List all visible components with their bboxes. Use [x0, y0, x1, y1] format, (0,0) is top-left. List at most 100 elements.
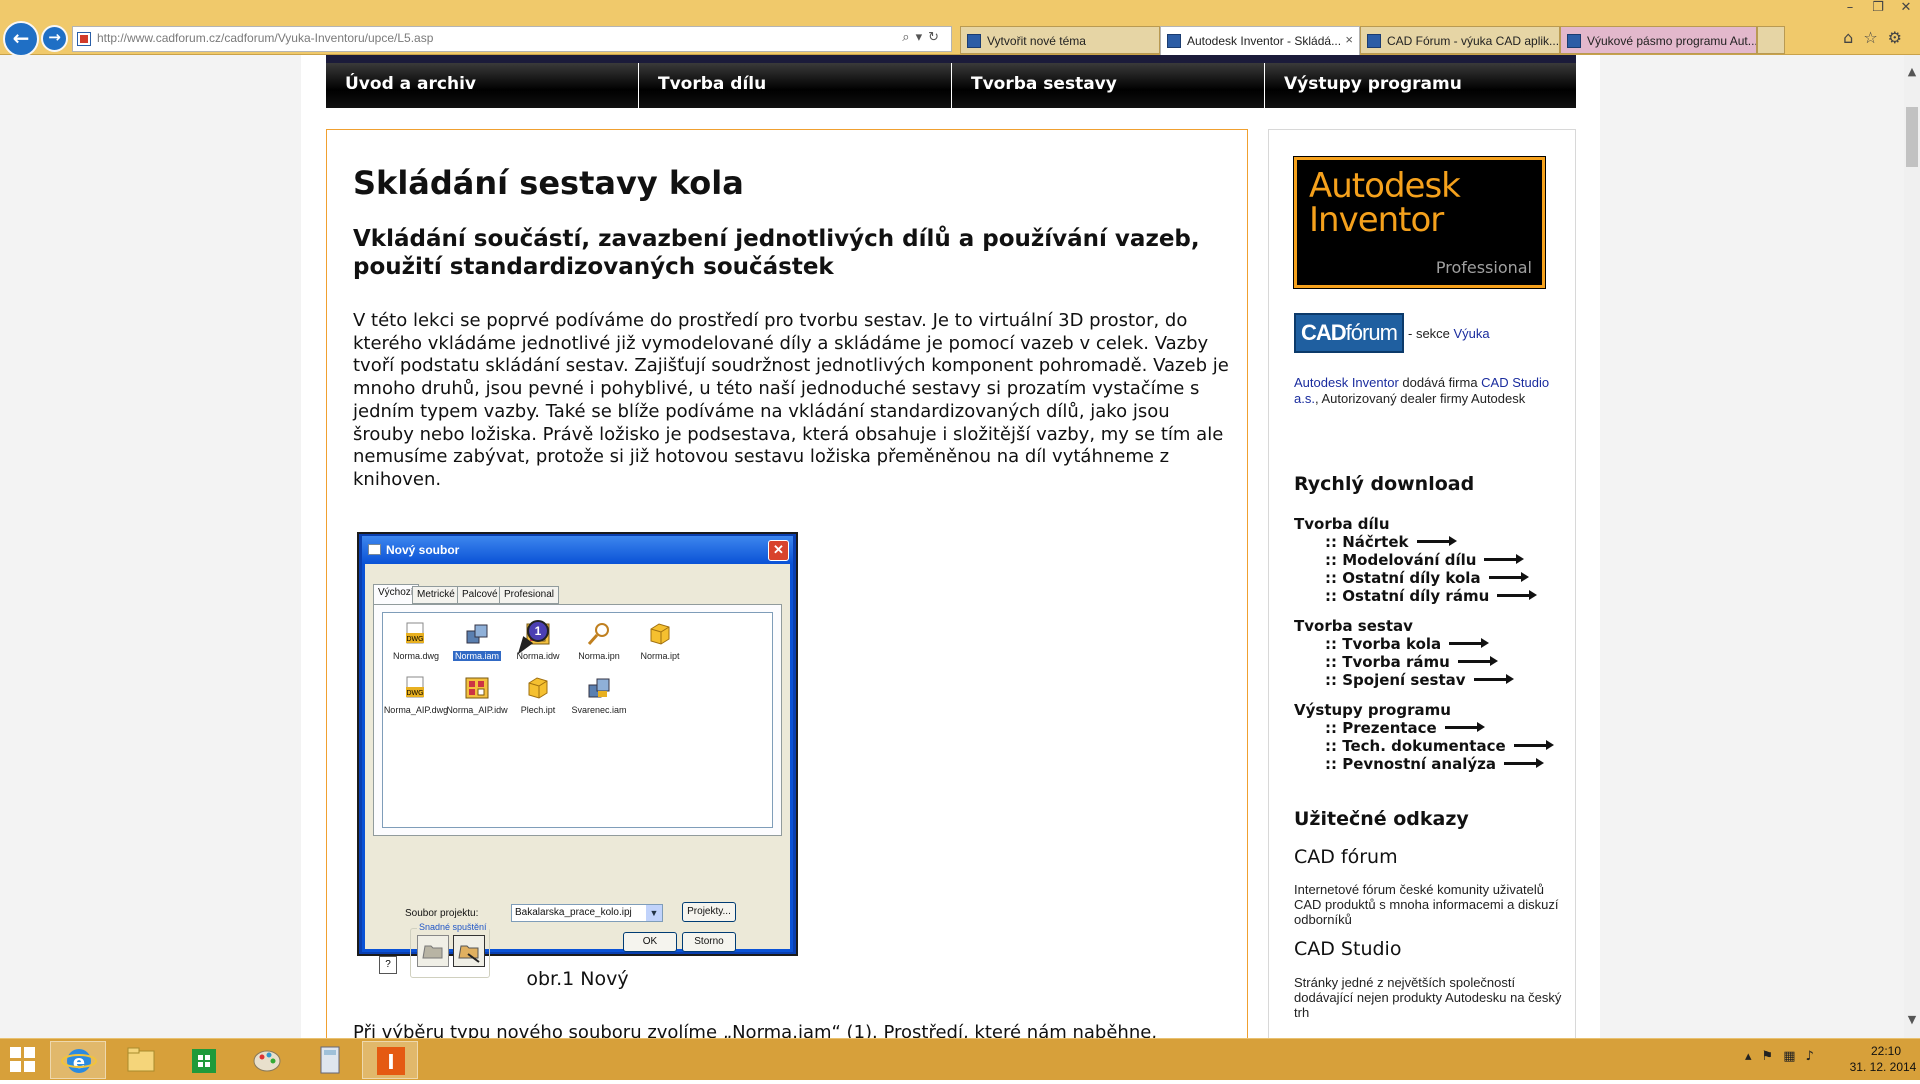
home-icon[interactable]: ⌂ — [1843, 28, 1863, 47]
refresh-icon[interactable]: ↻ — [928, 30, 945, 45]
minimize-icon[interactable]: – — [1836, 0, 1864, 15]
cancel-button[interactable]: Storno — [682, 932, 736, 952]
nav-item-uvod[interactable]: Úvod a archiv — [326, 63, 638, 108]
file-label: Norma.ipn — [578, 651, 620, 661]
cadforum-logo-bold: CAD — [1301, 320, 1347, 345]
group-tvorba-dilu: Tvorba dílu — [1294, 515, 1390, 533]
download-link-tvorba-ramu[interactable]: :: Tvorba rámu — [1325, 653, 1498, 671]
scroll-up-icon[interactable]: ▲ — [1904, 65, 1920, 79]
figure-new-file-dialog: Nový soubor ✕ Výchozí Metrické Palcové P… — [357, 532, 798, 978]
download-link-ostatni-kola[interactable]: :: Ostatní díly kola — [1325, 569, 1529, 587]
star-icon[interactable]: ☆ — [1863, 28, 1887, 47]
download-link-dokumentace[interactable]: :: Tech. dokumentace — [1325, 737, 1554, 755]
svg-text:I: I — [387, 1050, 394, 1074]
link-cad-studio-site[interactable]: CAD Studio — [1294, 938, 1401, 960]
download-link-prezentace[interactable]: :: Prezentace — [1325, 719, 1485, 737]
start-button[interactable] — [10, 1047, 36, 1073]
vertical-scrollbar[interactable]: ▲ ▼ — [1904, 55, 1920, 1038]
link-label: :: Spojení sestav — [1325, 671, 1466, 689]
restore-icon[interactable]: ❐ — [1864, 0, 1892, 15]
dialog-tab-palcove[interactable]: Palcové — [457, 586, 503, 604]
flag-icon[interactable]: ⚑ — [1762, 1049, 1784, 1064]
address-bar-actions[interactable]: ⌕▾↻ — [902, 30, 945, 45]
link-autodesk-inventor[interactable]: Autodesk Inventor — [1294, 375, 1399, 390]
browser-viewport: Úvod a archiv Tvorba dílu Tvorba sestavy… — [0, 55, 1904, 1038]
search-icon[interactable]: ⌕ — [902, 30, 915, 45]
assembly-icon — [466, 624, 488, 644]
link-cad-forum[interactable]: CAD fórum — [1294, 846, 1398, 868]
dealer-mid: dodává firma — [1398, 375, 1482, 390]
tab-cad-forum[interactable]: CAD Fórum - výuka CAD aplik... — [1360, 26, 1560, 54]
useful-links-heading: Užitečné odkazy — [1294, 808, 1469, 830]
arrow-right-icon — [1473, 674, 1514, 684]
cadforum-logo[interactable]: CADfórum — [1294, 313, 1404, 353]
nav-item-vystupy[interactable]: Výstupy programu — [1265, 63, 1576, 108]
file-svarenec-iam[interactable]: Svarenec.iam — [562, 675, 636, 715]
link-vyuka[interactable]: Výuka — [1454, 326, 1490, 341]
new-tab-button[interactable] — [1757, 26, 1785, 54]
folder-icon — [422, 945, 443, 959]
quick-project-button[interactable] — [453, 935, 485, 967]
project-file-value: Bakalarska_prace_kolo.ipj — [515, 907, 632, 918]
dealer-text: Autodesk Inventor dodává firma CAD Studi… — [1294, 375, 1564, 407]
download-link-tvorba-kola[interactable]: :: Tvorba kola — [1325, 635, 1490, 653]
dialog-tab-profesional[interactable]: Profesional — [499, 586, 560, 604]
clock-time[interactable]: 22:10 — [1856, 1044, 1916, 1058]
dialog-body: Výchozí Metrické Palcové Profesional DWG… — [365, 564, 790, 978]
project-file-select[interactable]: Bakalarska_prace_kolo.ipj ▼ — [511, 904, 663, 922]
taskbar-paint[interactable] — [239, 1041, 295, 1079]
logo-text-inventor: Inventor — [1309, 200, 1444, 240]
arrow-right-icon — [1444, 722, 1485, 732]
taskbar-store[interactable] — [176, 1041, 232, 1079]
top-navigation: Úvod a archiv Tvorba dílu Tvorba sestavy… — [326, 63, 1576, 108]
taskbar-inventor[interactable]: I — [362, 1041, 418, 1079]
clock-date[interactable]: 31. 12. 2014 — [1846, 1060, 1920, 1074]
download-link-spojeni[interactable]: :: Spojení sestav — [1325, 671, 1514, 689]
tab-favicon-icon — [967, 34, 981, 48]
tab-create-topic[interactable]: Vytvořit nové téma — [960, 26, 1160, 54]
link-label: :: Prezentace — [1325, 719, 1437, 737]
tab-autodesk-inventor[interactable]: Autodesk Inventor - Skládá... × — [1160, 26, 1360, 56]
dropdown-icon[interactable]: ▾ — [916, 30, 929, 45]
browser-chrome: ← → http://www.cadforum.cz/cadforum/Vyuk… — [0, 0, 1920, 57]
address-bar[interactable]: http://www.cadforum.cz/cadforum/Vyuka-In… — [72, 26, 952, 52]
download-link-pevnostni[interactable]: :: Pevnostní analýza — [1325, 755, 1544, 773]
arrow-right-icon: → — [48, 28, 61, 46]
nav-item-tvorba-dilu[interactable]: Tvorba dílu — [639, 63, 951, 108]
chevron-down-icon[interactable]: ▼ — [646, 905, 662, 921]
back-button[interactable]: ← — [3, 21, 39, 57]
file-norma-ipt[interactable]: Norma.ipt — [623, 621, 697, 661]
file-label: Norma.dwg — [392, 651, 439, 661]
taskbar-internet-explorer[interactable]: e — [50, 1041, 106, 1079]
close-tab-icon[interactable]: × — [1345, 32, 1353, 47]
taskbar-file-explorer[interactable] — [113, 1041, 169, 1079]
dialog-close-icon[interactable]: ✕ — [768, 540, 789, 561]
nav-item-tvorba-sestavy[interactable]: Tvorba sestavy — [952, 63, 1264, 108]
forward-button[interactable]: → — [41, 25, 68, 52]
taskbar-calculator[interactable] — [302, 1041, 358, 1079]
url-text[interactable]: http://www.cadforum.cz/cadforum/Vyuka-In… — [97, 31, 433, 45]
scrollbar-thumb[interactable] — [1906, 107, 1918, 167]
arrow-right-icon — [1513, 740, 1554, 750]
ok-button[interactable]: OK — [623, 932, 677, 952]
download-link-modelovani[interactable]: :: Modelování dílu — [1325, 551, 1525, 569]
dealer-tail: , Autorizovaný dealer firmy Autodesk — [1314, 391, 1526, 406]
scroll-down-icon[interactable]: ▼ — [1904, 1013, 1920, 1027]
tab-label: Autodesk Inventor - Skládá... — [1187, 34, 1342, 48]
gear-icon[interactable]: ⚙ — [1888, 28, 1912, 47]
chevron-up-icon[interactable]: ▴ — [1745, 1049, 1762, 1064]
dialog-title: Nový soubor — [386, 543, 460, 557]
quick-open-button[interactable] — [417, 935, 449, 967]
dialog-tab-metricke[interactable]: Metrické — [412, 586, 460, 604]
download-link-ostatni-ramu[interactable]: :: Ostatní díly rámu — [1325, 587, 1538, 605]
volume-icon[interactable]: ♪ — [1805, 1049, 1823, 1064]
close-window-icon[interactable]: ✕ — [1892, 0, 1920, 15]
autodesk-inventor-logo[interactable]: Autodesk Inventor Professional — [1293, 156, 1546, 289]
template-list: DWG Norma.dwg Norma.iam Norma.idw Norma.… — [382, 612, 773, 828]
tab-favicon-icon — [1567, 34, 1581, 48]
projects-button[interactable]: Projekty... — [682, 902, 736, 922]
download-link-nacrtek[interactable]: :: Náčrtek — [1325, 533, 1457, 551]
network-icon[interactable]: ▦ — [1783, 1049, 1805, 1064]
group-vystupy: Výstupy programu — [1294, 701, 1451, 719]
tab-vyukove-pasmo[interactable]: Výukové pásmo programu Aut... — [1560, 26, 1757, 54]
